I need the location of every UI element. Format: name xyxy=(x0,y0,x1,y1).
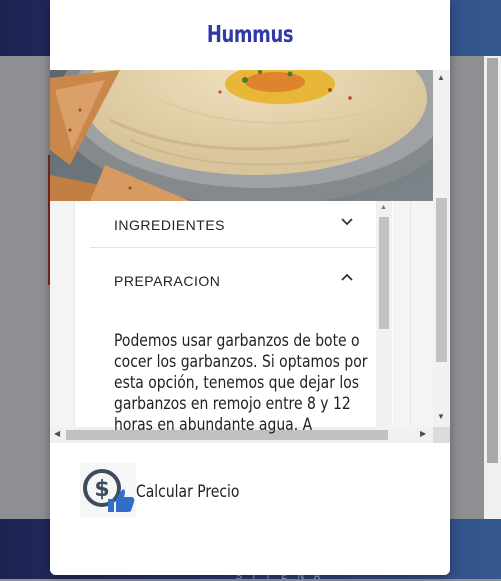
scroll-right-arrow-icon[interactable]: ▶ xyxy=(420,429,426,438)
chevron-up-icon[interactable] xyxy=(340,270,354,289)
page-scrollbar-thumb[interactable] xyxy=(487,58,498,463)
modal-vertical-scrollbar[interactable]: ▲ ▼ xyxy=(433,70,450,427)
modal-vertical-scrollbar-thumb[interactable] xyxy=(436,198,447,362)
recipe-modal: Hummus ▲ ▼ ◀ ▶ ▲ INGREDIENTES PREPARACIO… xyxy=(50,0,450,575)
scroll-up-arrow-icon[interactable]: ▲ xyxy=(437,73,445,82)
scroll-left-arrow-icon[interactable]: ◀ xyxy=(54,429,60,438)
accordion-divider xyxy=(90,247,376,248)
accordion-scrollbar[interactable]: ▲ xyxy=(376,201,392,427)
chevron-down-icon[interactable] xyxy=(340,214,354,233)
dollar-thumbs-up-icon: $ xyxy=(80,463,136,517)
panel-border xyxy=(410,201,411,427)
scrollbar-corner xyxy=(433,427,450,443)
page-scrollbar[interactable] xyxy=(484,56,501,519)
modal-title: Hummus xyxy=(206,22,294,48)
accordion-label-preparacion: PREPARACION xyxy=(114,273,221,289)
accordion-item-ingredientes[interactable]: INGREDIENTES xyxy=(90,202,376,248)
modal-footer: $ Calcular Precio xyxy=(50,443,450,575)
preparation-text: Podemos usar garbanzos de bote o cocer l… xyxy=(114,331,368,435)
calculate-price-button[interactable]: $ Calcular Precio xyxy=(80,463,260,517)
accordion-item-preparacion[interactable]: PREPARACION xyxy=(90,258,376,304)
accordion-scrollbar-thumb[interactable] xyxy=(379,217,389,329)
svg-text:$: $ xyxy=(94,477,109,502)
scroll-down-arrow-icon[interactable]: ▼ xyxy=(437,412,445,421)
accordion-label-ingredientes: INGREDIENTES xyxy=(114,217,226,233)
hummus-image xyxy=(50,70,433,201)
accordion-scroll-up-icon[interactable]: ▲ xyxy=(380,204,387,211)
calculate-price-label: Calcular Precio xyxy=(136,482,240,502)
